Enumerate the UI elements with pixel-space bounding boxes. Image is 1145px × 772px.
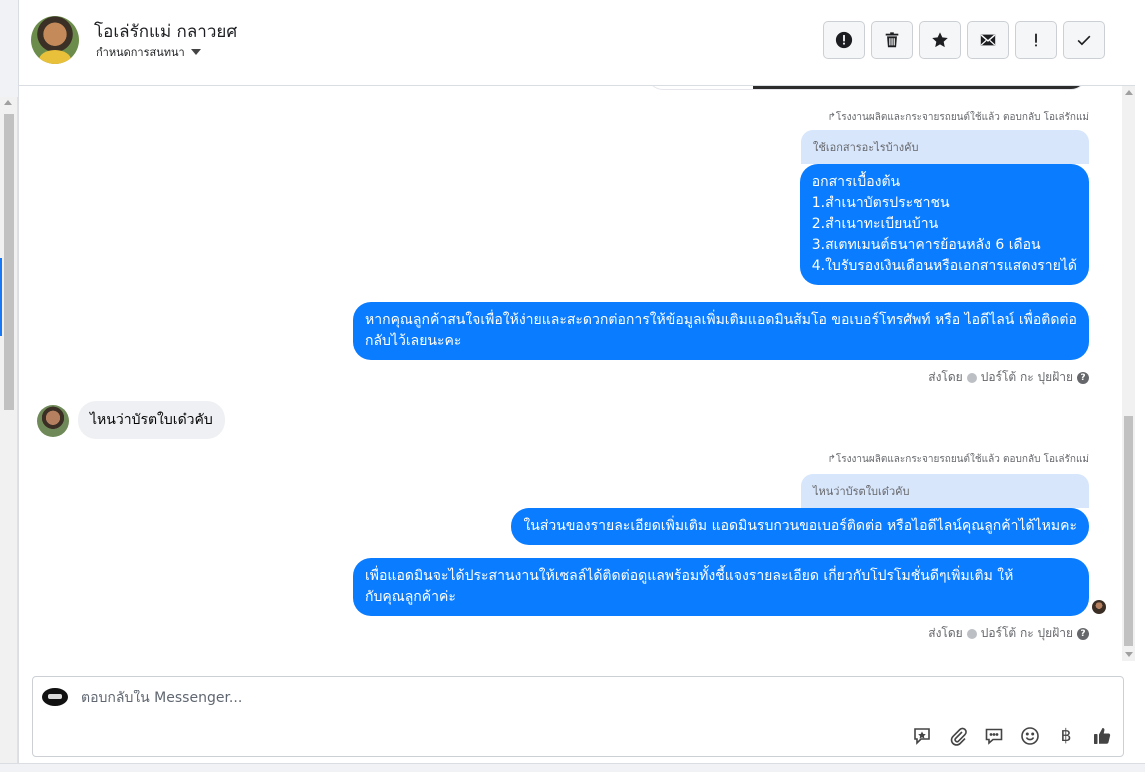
caret-down-icon [190, 49, 201, 55]
saved-reply-button[interactable] [911, 725, 933, 747]
saved-reply-icon [914, 728, 930, 745]
message-thread[interactable]: ↱โรงงานผลิตและกระจายรถยนต์ใช้แล้ว ตอบกลั… [19, 86, 1122, 661]
star-button[interactable] [919, 21, 961, 59]
emoji-button[interactable] [1019, 725, 1041, 747]
reply-context-note: ↱โรงงานผลิตและกระจายรถยนต์ใช้แล้ว ตอบกลั… [827, 112, 1089, 123]
outgoing-message-ask-phone[interactable]: ในส่วนของรายละเอียดเพิ่มเติม แอดมินรบกวน… [511, 508, 1089, 545]
payment-button[interactable]: ฿ [1055, 725, 1077, 747]
mark-unread-button[interactable] [967, 21, 1009, 59]
envelope-icon [980, 34, 996, 46]
message-line: 3.สเตทเมนต์ธนาคารย้อนหลัง 6 เดือน [811, 237, 1041, 253]
done-button[interactable] [1063, 21, 1105, 59]
bottom-bar [0, 763, 1145, 772]
baht-icon: ฿ [1060, 726, 1072, 746]
message-line: 1.สำเนาบัตรประชาชน [811, 195, 950, 211]
contact-avatar-small[interactable] [37, 405, 69, 437]
seen-by-avatar [1092, 600, 1106, 614]
reply-composer: ฿ [32, 676, 1124, 757]
sent-by-info: ส่งโดย ปอร์โต้ กะ ปุยฝ้าย ? [928, 624, 1089, 643]
sent-by-info: ส่งโดย ปอร์โต้ กะ ปุยฝ้าย ? [928, 368, 1089, 387]
scroll-down-arrow-icon[interactable] [1125, 652, 1133, 657]
reply-arrow-icon: ↱ [827, 112, 836, 123]
message-line: อกสารเบื้องต้น [811, 174, 901, 190]
reply-arrow-icon: ↱ [827, 454, 836, 465]
incoming-message[interactable]: ไหนว่าบัรตใบเด๋วคับ [78, 401, 225, 439]
like-icon [1094, 728, 1111, 744]
check-icon [1077, 35, 1091, 46]
follow-up-button[interactable] [1015, 21, 1057, 59]
message-line: 2.สำเนาทะเบียนบ้าน [811, 216, 939, 232]
quick-reply-button[interactable] [983, 725, 1005, 747]
like-button[interactable] [1091, 725, 1113, 747]
scroll-up-arrow-icon[interactable] [1125, 90, 1133, 95]
scrollbar-thumb[interactable] [4, 114, 14, 410]
outgoing-message-contact-info[interactable]: หากคุณลูกค้าสนใจเพื่อให้ง่ายและสะดวกต่อก… [353, 302, 1089, 360]
help-icon[interactable]: ? [1077, 627, 1089, 640]
header-actions [823, 21, 1105, 59]
reply-input[interactable] [81, 690, 881, 706]
assign-conversation-dropdown[interactable]: กำหนดการสนทนา [96, 43, 201, 61]
outgoing-message-documents[interactable]: อกสารเบื้องต้น 1.สำเนาบัตรประชาชน 2.สำเน… [799, 164, 1089, 285]
quoted-message[interactable]: ไหนว่าบัรตใบเด๋วคับ [801, 474, 1089, 508]
reply-context-note: ↱โรงงานผลิตและกระจายรถยนต์ใช้แล้ว ตอบกลั… [827, 454, 1089, 465]
page-avatar [42, 688, 68, 706]
quoted-message[interactable]: ใช้เอกสารอะไรบ้างคับ [801, 130, 1089, 164]
agent-badge-icon [966, 372, 977, 383]
attachment-icon [950, 727, 967, 746]
emoji-icon [1021, 727, 1039, 745]
contact-name[interactable]: โอเล่รักแม่ กลาวยศ [94, 18, 237, 45]
scroll-up-arrow-icon[interactable] [4, 100, 12, 105]
thread-scrollbar[interactable] [1122, 86, 1135, 661]
exclamation-icon [1035, 33, 1037, 47]
scrollbar-thumb[interactable] [1124, 416, 1133, 646]
previous-media-attachment[interactable] [647, 86, 1087, 90]
outgoing-message-sales[interactable]: เพื่อแอดมินจะได้ประสานงานให้เซลล์ได้ติดต… [353, 558, 1089, 616]
left-accent-bar [0, 258, 2, 336]
attachment-button[interactable] [947, 725, 969, 747]
message-line: 4.ใบรับรองเงินเดือนหรือเอกสารแสดงรายได้ [811, 258, 1077, 274]
conversation-header: โอเล่รักแม่ กลาวยศ กำหนดการสนทนา [19, 0, 1135, 86]
delete-button[interactable] [871, 21, 913, 59]
composer-tools: ฿ [911, 725, 1113, 747]
assign-label: กำหนดการสนทนา [96, 46, 185, 59]
page-scrollbar[interactable] [0, 97, 18, 772]
message-line: กับคุณลูกค้าค่ะ [365, 589, 456, 605]
contact-avatar[interactable] [31, 16, 79, 64]
star-icon [932, 32, 948, 48]
alert-circle-icon [835, 31, 853, 49]
conversation-panel: โอเล่รักแม่ กลาวยศ กำหนดการสนทนา ↱โรงงาน… [18, 0, 1145, 772]
trash-icon [885, 32, 899, 48]
message-line: เพื่อแอดมินจะได้ประสานงานให้เซลล์ได้ติดต… [365, 568, 1014, 584]
agent-badge-icon [966, 628, 977, 639]
help-icon[interactable]: ? [1077, 371, 1089, 384]
chat-bubble-icon [985, 728, 1003, 745]
spam-button[interactable] [823, 21, 865, 59]
